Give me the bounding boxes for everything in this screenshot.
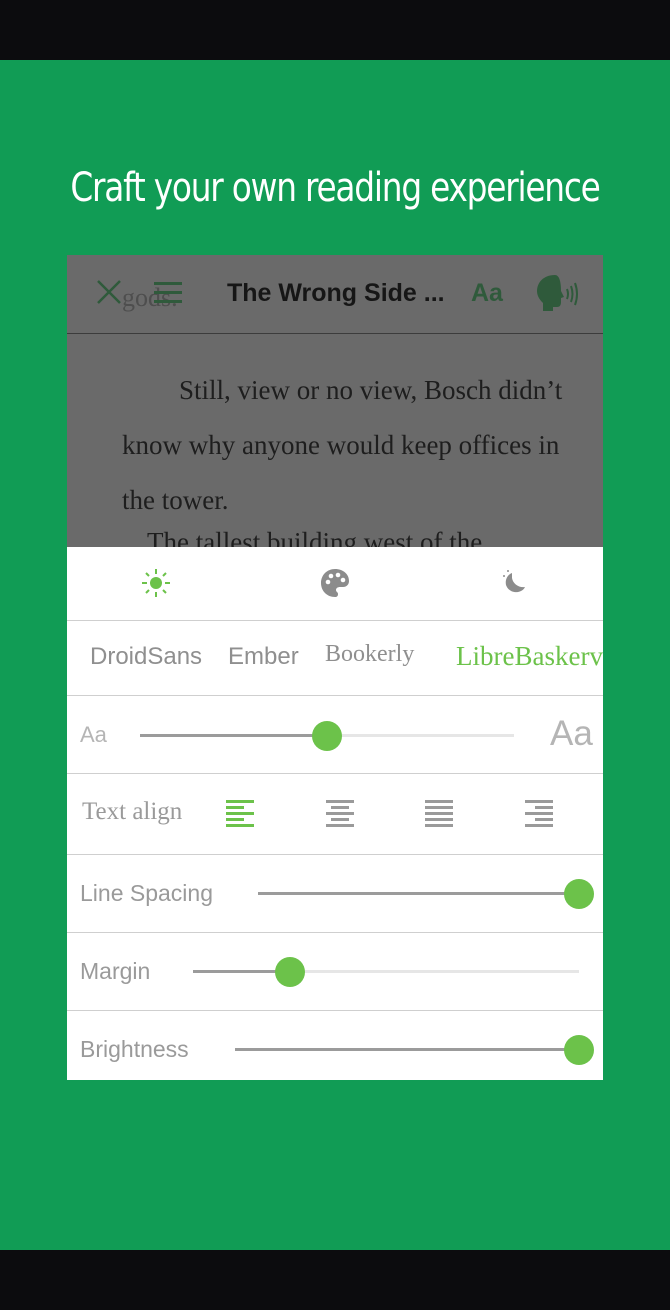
palette-icon[interactable] xyxy=(319,567,351,599)
margin-slider-knob[interactable] xyxy=(274,957,305,987)
line-spacing-slider[interactable] xyxy=(258,879,594,909)
align-justify-icon[interactable] xyxy=(425,800,453,827)
sun-icon[interactable] xyxy=(140,567,172,599)
slider-fill xyxy=(140,734,327,737)
align-center-icon[interactable] xyxy=(326,800,354,827)
brightness-label: Brightness xyxy=(80,1036,189,1062)
line-spacing-slider-knob[interactable] xyxy=(564,879,594,909)
font-option-bookerly[interactable]: Bookerly xyxy=(325,641,414,668)
slider-fill xyxy=(235,1048,579,1051)
font-size-large-glyph: Aa xyxy=(550,714,593,753)
font-size-row: Aa Aa xyxy=(67,696,603,774)
text-align-row: Text align xyxy=(67,774,603,855)
margin-slider[interactable] xyxy=(193,957,579,987)
slider-fill xyxy=(258,892,579,895)
font-size-slider-knob[interactable] xyxy=(312,721,342,751)
reader-screen: gods. Still, view or no view, Bosch didn… xyxy=(67,255,603,1080)
brightness-slider[interactable] xyxy=(235,1035,594,1065)
reader-toolbar: The Wrong Side ... Aa xyxy=(67,255,603,334)
align-right-icon[interactable] xyxy=(525,800,553,827)
theme-row xyxy=(67,547,603,621)
line-spacing-row: Line Spacing xyxy=(67,855,603,933)
font-settings-button[interactable]: Aa xyxy=(471,279,503,308)
text-align-label: Text align xyxy=(82,798,183,825)
margin-row: Margin xyxy=(67,933,603,1011)
status-bar xyxy=(0,0,670,60)
moon-icon[interactable] xyxy=(498,567,530,599)
font-size-small-glyph: Aa xyxy=(80,722,107,747)
font-option-ember[interactable]: Ember xyxy=(228,643,299,671)
font-option-droidsans[interactable]: DroidSans xyxy=(90,643,202,671)
align-left-icon[interactable] xyxy=(226,800,254,827)
menu-icon[interactable] xyxy=(154,282,182,304)
text-to-speech-icon[interactable] xyxy=(535,273,583,313)
line-spacing-label: Line Spacing xyxy=(80,880,213,906)
reading-settings-panel: DroidSans Ember Bookerly LibreBaskervill… xyxy=(67,547,603,1080)
book-title: The Wrong Side ... xyxy=(227,279,445,307)
font-family-row: DroidSans Ember Bookerly LibreBaskervill… xyxy=(67,621,603,696)
font-size-slider[interactable] xyxy=(140,721,514,751)
promo-headline: Craft your own reading experience xyxy=(70,165,600,211)
reader-paragraph: Still, view or no view, Bosch didn’t kno… xyxy=(122,375,563,515)
margin-label: Margin xyxy=(80,958,151,984)
brightness-slider-knob[interactable] xyxy=(564,1035,594,1065)
navigation-bar xyxy=(0,1250,670,1310)
brightness-row: Brightness xyxy=(67,1011,603,1080)
close-icon[interactable] xyxy=(94,277,124,307)
font-option-librebaskerville[interactable]: LibreBaskerville xyxy=(456,641,603,672)
